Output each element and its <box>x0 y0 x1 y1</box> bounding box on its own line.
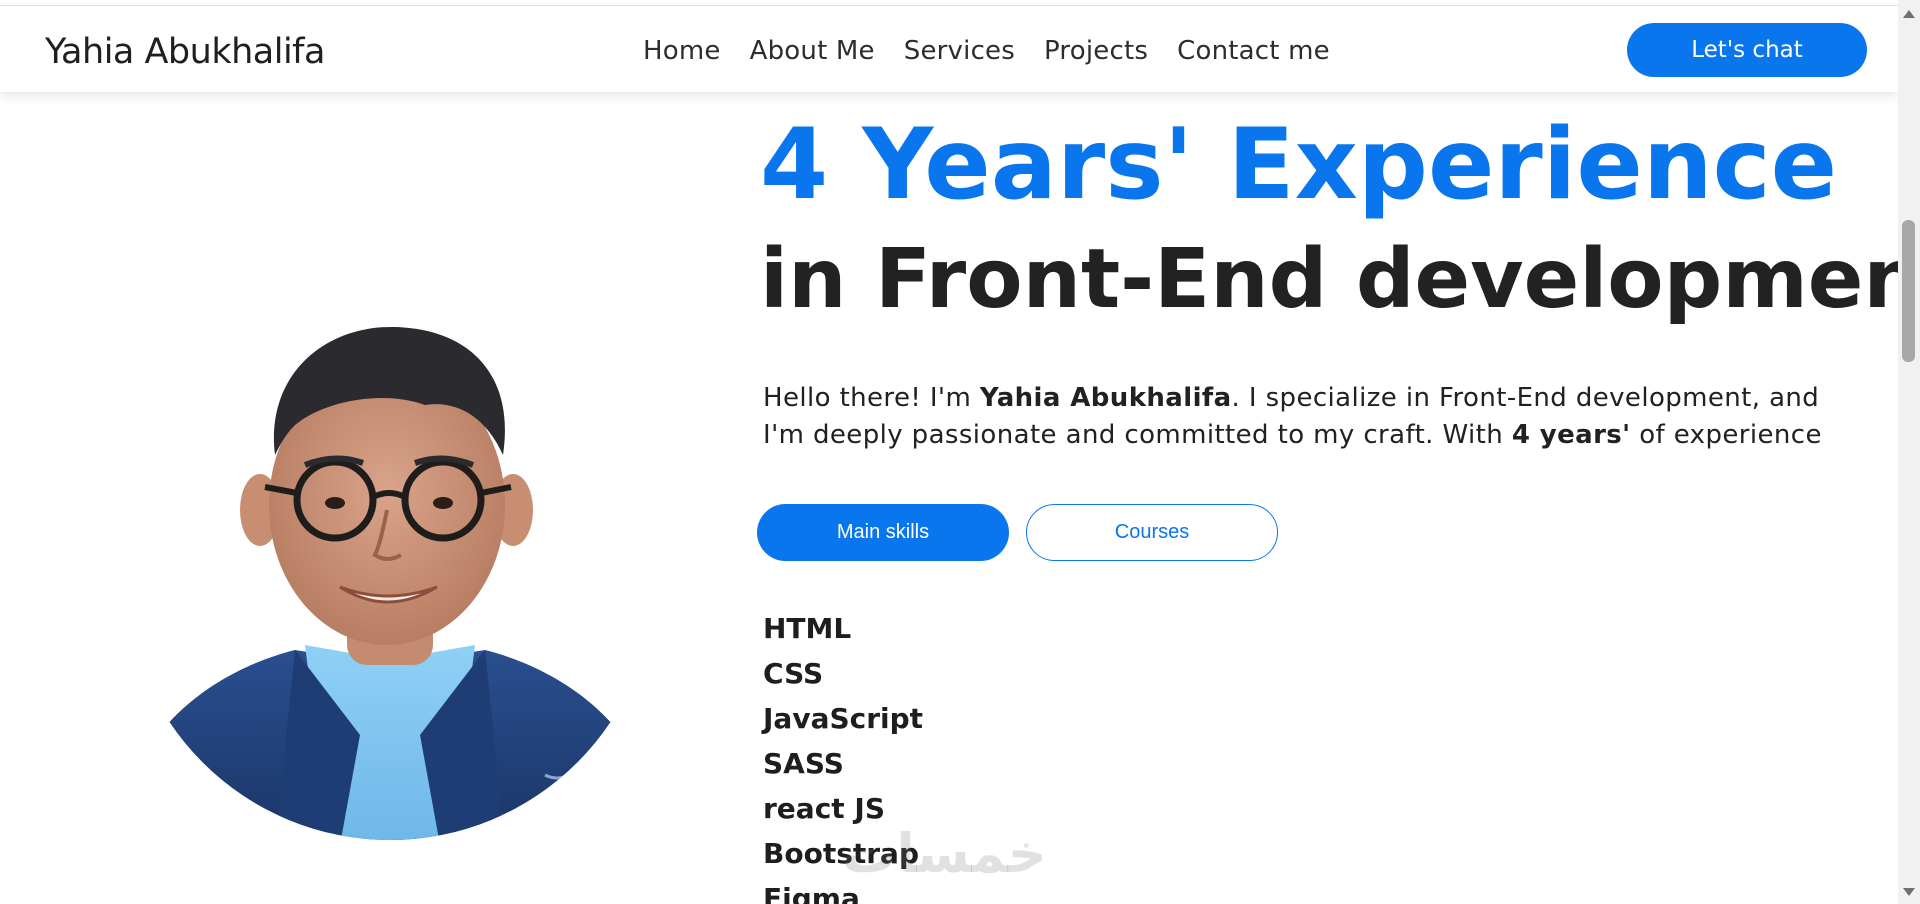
nav-link-home[interactable]: Home <box>643 36 721 66</box>
nav-links: Home About Me Services Projects Contact … <box>643 36 1330 66</box>
navbar: Yahia Abukhalifa Home About Me Services … <box>0 6 1898 92</box>
lets-chat-button[interactable]: Let's chat <box>1627 23 1867 77</box>
page: Yahia Abukhalifa Home About Me Services … <box>0 0 1920 904</box>
vertical-scrollbar[interactable] <box>1898 0 1920 904</box>
triangle-up-icon[interactable] <box>1903 10 1915 18</box>
nav-link-projects[interactable]: Projects <box>1044 36 1148 66</box>
nav-link-about[interactable]: About Me <box>750 36 875 66</box>
courses-button[interactable]: Courses <box>1026 504 1278 561</box>
headline-accent: 4 Years' Experience <box>760 108 1838 222</box>
main-skills-button[interactable]: Main skills <box>757 504 1009 561</box>
skill-item-html: HTML <box>763 612 852 645</box>
intro-text-1: Hello there! I'm <box>763 383 980 413</box>
triangle-down-icon[interactable] <box>1903 888 1915 896</box>
brand-logo[interactable]: Yahia Abukhalifa <box>45 32 325 72</box>
intro-text-3: of experience <box>1630 420 1822 450</box>
headline-subtitle: in Front-End development <box>760 232 1920 327</box>
nav-link-services[interactable]: Services <box>904 36 1015 66</box>
watermark: خمسات <box>842 822 1047 885</box>
skill-item-css: CSS <box>763 657 824 690</box>
nav-link-contact[interactable]: Contact me <box>1177 36 1330 66</box>
intro-paragraph: Hello there! I'm Yahia Abukhalifa. I spe… <box>763 380 1863 454</box>
intro-name: Yahia Abukhalifa <box>979 383 1232 413</box>
skill-item-sass: SASS <box>763 747 844 780</box>
scrollbar-thumb[interactable] <box>1902 220 1915 362</box>
profile-photo <box>125 310 655 840</box>
intro-years: 4 years' <box>1511 420 1631 450</box>
skill-item-javascript: JavaScript <box>763 702 924 735</box>
